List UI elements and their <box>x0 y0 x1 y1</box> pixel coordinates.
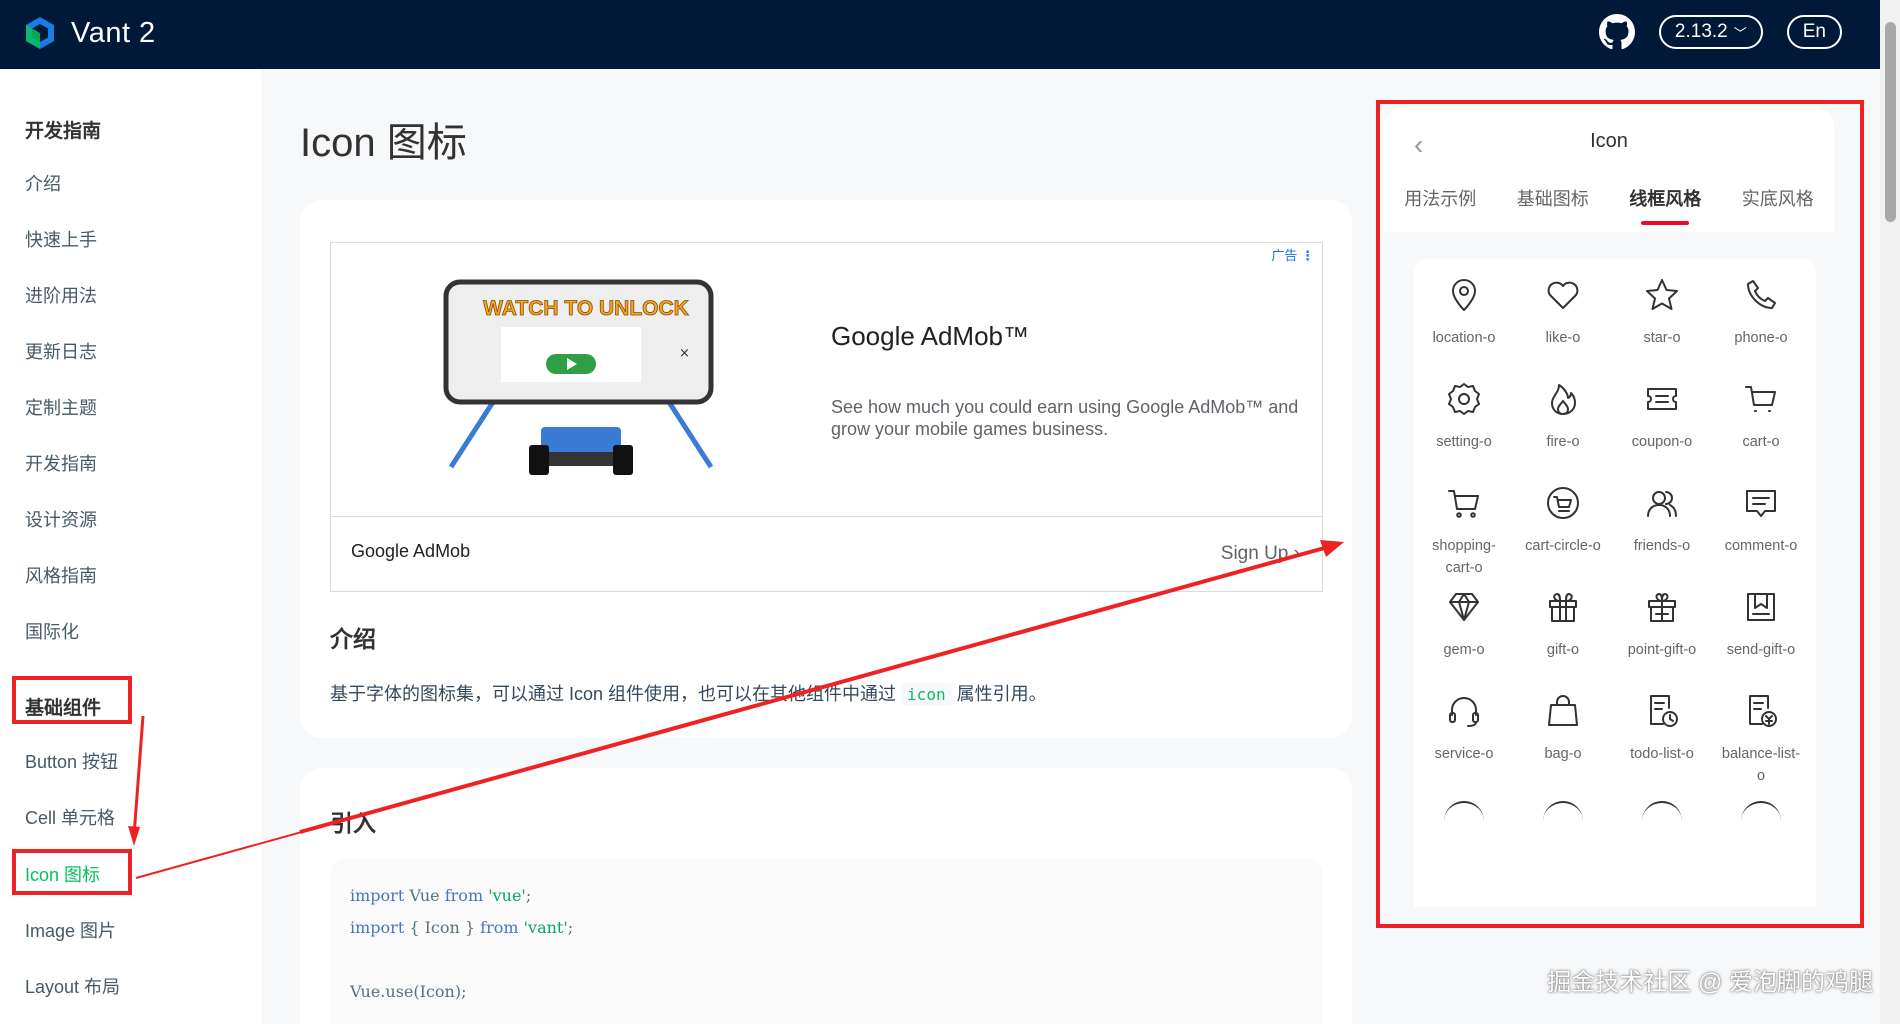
sidebar-item-quickstart[interactable]: 快速上手 <box>25 226 97 252</box>
ad-signup-link[interactable]: Sign Up › <box>1221 543 1300 565</box>
intro-text: 基于字体的图标集，可以通过 Icon 组件使用，也可以在其他组件中通过 icon… <box>330 683 1047 706</box>
ad-brand: Google AdMob <box>351 541 471 561</box>
language-switch[interactable]: En <box>1786 15 1842 49</box>
ad-illustration: WATCH TO UNLOCK × <box>443 279 714 475</box>
ad-divider <box>331 516 1322 517</box>
code-block: import Vue from 'vue'; import { Icon } f… <box>330 858 1323 1024</box>
intro-heading: 介绍 <box>330 626 376 652</box>
version-label: 2.13.2 <box>1674 21 1728 42</box>
sidebar-item-style[interactable]: 风格指南 <box>25 562 97 588</box>
chevron-right-icon: › <box>1293 543 1300 564</box>
ad-label[interactable]: 广告 ⋮ <box>1271 245 1314 264</box>
annotation-box-basic <box>12 676 132 724</box>
sidebar-item-advanced[interactable]: 进阶用法 <box>25 282 97 308</box>
annotation-box-simulator <box>1376 100 1864 928</box>
sidebar-group-guide: 开发指南 <box>25 121 102 142</box>
sidebar-item-layout[interactable]: Layout 布局 <box>25 973 120 999</box>
header-actions: 2.13.2 ﹀ En <box>1598 14 1842 50</box>
sidebar-item-cell[interactable]: Cell 单元格 <box>25 804 115 830</box>
ad-content: 广告 ⋮ WATCH TO UNLOCK × Google AdMob™ See… <box>331 243 1322 516</box>
sidebar-item-theme[interactable]: 定制主题 <box>25 394 97 420</box>
language-label: En <box>1802 21 1826 42</box>
sidebar-item-changelog[interactable]: 更新日志 <box>25 338 97 364</box>
sidebar-item-image[interactable]: Image 图片 <box>25 917 116 943</box>
scrollbar-thumb[interactable] <box>1885 22 1896 222</box>
logo[interactable]: Vant 2 <box>24 16 156 50</box>
code-line: import { Icon } from 'vant'; <box>350 918 574 937</box>
code-line: import Vue from 'vue'; <box>350 886 532 905</box>
import-heading: 引入 <box>330 810 376 836</box>
ad-title[interactable]: Google AdMob™ <box>831 321 1029 352</box>
sidebar-item-button[interactable]: Button 按钮 <box>25 748 118 774</box>
vant-logo-icon <box>26 17 54 49</box>
svg-text:WATCH TO UNLOCK: WATCH TO UNLOCK <box>483 297 689 320</box>
page-title: Icon 图标 <box>300 121 467 165</box>
sidebar-item-dev-guide[interactable]: 开发指南 <box>25 450 97 476</box>
top-header: Vant 2 2.13.2 ﹀ En <box>0 0 1900 69</box>
svg-text:×: × <box>679 346 690 361</box>
github-icon[interactable] <box>1598 14 1635 50</box>
code-line: Vue.use(Icon); <box>350 982 467 1001</box>
page-scrollbar[interactable] <box>1880 0 1900 1024</box>
version-select[interactable]: 2.13.2 ﹀ <box>1658 15 1763 49</box>
import-card: 引入 import Vue from 'vue'; import { Icon … <box>300 768 1352 1024</box>
annotation-box-icon <box>12 849 132 895</box>
sidebar-item-intro[interactable]: 介绍 <box>25 170 61 196</box>
chevron-down-icon: ﹀ <box>1733 25 1747 41</box>
sidebar-item-design[interactable]: 设计资源 <box>25 506 97 532</box>
watermark: 掘金技术社区 @ 爱泡脚的鸡腿 <box>1547 969 1873 996</box>
inline-code: icon <box>901 683 952 706</box>
intro-card: 广告 ⋮ WATCH TO UNLOCK × Google AdMob™ See… <box>300 200 1352 738</box>
ad-description: See how much you could earn using Google… <box>831 397 1299 439</box>
sidebar-item-i18n[interactable]: 国际化 <box>25 618 79 644</box>
brand-name: Vant 2 <box>71 16 156 49</box>
ad-banner[interactable]: 广告 ⋮ WATCH TO UNLOCK × Google AdMob™ See… <box>330 242 1323 592</box>
